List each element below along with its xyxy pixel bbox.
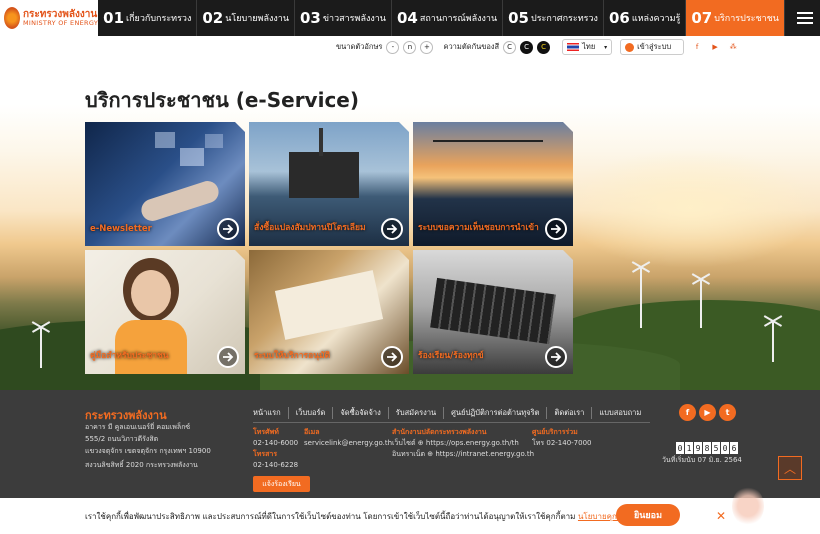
card-caption: e-Newsletter xyxy=(90,224,152,234)
complaint-button[interactable]: แจ้งร้องเรียน xyxy=(253,476,310,492)
card-caption: ระบบขอความเห็นชอบการนำเข้า xyxy=(418,223,539,233)
footer-link-procurement[interactable]: จัดซื้อจัดจ้าง xyxy=(333,407,389,419)
document-image xyxy=(275,270,383,340)
footer-link-home[interactable]: หน้าแรก xyxy=(253,407,289,419)
footer-service-center: ศูนย์บริการร่วม โทร 02-140-7000 xyxy=(532,428,592,447)
login-button[interactable]: เข้าสู่ระบบ xyxy=(620,39,685,55)
close-icon[interactable]: ✕ xyxy=(716,509,726,523)
wind-turbine-icon xyxy=(640,268,642,328)
card-import-approval[interactable]: ระบบขอความเห็นชอบการนำเข้า xyxy=(413,122,573,246)
chevron-up-icon: ︿ xyxy=(783,461,796,476)
menu-item-announcement[interactable]: 05 ประกาศกระทรวง xyxy=(503,0,604,36)
oil-rig-image xyxy=(289,152,359,198)
footer-contact-phone: โทรศัพท์ 02-140-6000 โทรสาร 02-140-6228 xyxy=(253,428,299,469)
contrast-yellow-button[interactable]: C xyxy=(537,40,551,54)
back-to-top-button[interactable]: ︿ xyxy=(778,456,802,480)
copyright: สงวนลิขสิทธิ์ 2020 กระทรวงพลังงาน xyxy=(85,461,198,469)
card-caption: ร้องเรียน/ร้องทุกข์ xyxy=(418,351,484,361)
chevron-down-icon: ▾ xyxy=(604,43,608,51)
card-approval-service[interactable]: ระบบให้บริการอนุมัติ xyxy=(249,250,409,374)
font-normal-button[interactable]: n xyxy=(403,40,417,54)
language-select[interactable]: ไทย ▾ xyxy=(562,39,613,55)
hand-image xyxy=(139,178,222,224)
mascot-icon[interactable] xyxy=(732,486,764,526)
menu-item-knowledge[interactable]: 06 แหล่งความรู้ xyxy=(604,0,687,36)
arrow-right-icon[interactable] xyxy=(217,346,239,368)
arrow-right-icon[interactable] xyxy=(381,218,403,240)
port-crane-image xyxy=(433,140,543,170)
card-complaint[interactable]: ร้องเรียน/ร้องทุกข์ xyxy=(413,250,573,374)
wind-turbine-icon xyxy=(40,328,42,368)
keyboard-image xyxy=(430,278,556,344)
menu-item-situation[interactable]: 04 สถานการณ์พลังงาน xyxy=(392,0,504,36)
page-title: บริการประชาชน (e-Service) xyxy=(85,88,360,112)
arrow-right-icon[interactable] xyxy=(217,218,239,240)
thai-flag-icon xyxy=(567,43,580,51)
menu-item-about[interactable]: 01 เกี่ยวกับกระทรวง xyxy=(98,0,198,36)
wind-turbine-icon xyxy=(772,322,774,362)
youtube-icon[interactable]: ▶ xyxy=(710,42,720,52)
footer-link-survey[interactable]: แบบสอบถาม xyxy=(592,407,648,419)
menu-item-policy[interactable]: 02 นโยบายพลังงาน xyxy=(197,0,295,36)
contrast-dark-button[interactable]: C xyxy=(520,40,534,54)
menu-item-news[interactable]: 03 ข่าวสารพลังงาน xyxy=(295,0,392,36)
footer-links: หน้าแรก เว็บบอร์ด จัดซื้อจัดจ้าง รับสมัค… xyxy=(253,407,648,419)
twitter-icon[interactable]: t xyxy=(719,404,736,421)
cookie-consent-bar: เราใช้คุกกี้เพื่อพัฒนาประสิทธิภาพ และประ… xyxy=(0,498,820,534)
facebook-icon[interactable]: f xyxy=(679,404,696,421)
eservice-grid: e-Newsletter สั่งซื้อแปลงสัมปทานปิโตรเลี… xyxy=(85,122,573,374)
user-icon xyxy=(625,42,635,52)
card-caption: ระบบให้บริการอนุมัติ xyxy=(254,351,331,361)
card-petroleum-concession[interactable]: สั่งซื้อแปลงสัมปทานปิโตรเลียม xyxy=(249,122,409,246)
accept-cookie-button[interactable]: ยินยอม xyxy=(616,504,680,526)
hamburger-menu-button[interactable] xyxy=(784,0,820,36)
footer-contact-email: อีเมล servicelink@energy.go.th xyxy=(304,428,393,447)
arrow-right-icon[interactable] xyxy=(381,346,403,368)
wind-turbine-icon xyxy=(700,280,702,328)
contrast-normal-button[interactable]: C xyxy=(503,40,517,54)
top-nav: กระทรวงพลังงาน MINISTRY OF ENERGY 01 เกี่… xyxy=(0,0,820,36)
cookie-text: เราใช้คุกกี้เพื่อพัฒนาประสิทธิภาพ และประ… xyxy=(85,512,578,521)
menu-item-eservice[interactable]: 07 บริการประชาชน xyxy=(686,0,785,36)
emblem-icon xyxy=(4,7,20,29)
youtube-icon[interactable]: ▶ xyxy=(699,404,716,421)
visitor-counter: 0 1 9 8 5 0 6 xyxy=(676,442,738,454)
footer-link-jobs[interactable]: รับสมัครงาน xyxy=(389,407,445,419)
arrow-right-icon[interactable] xyxy=(545,346,567,368)
footer-address: อาคาร มี คูลเอนเนอร์ยี่ คอมเพล็กซ์ 555/2… xyxy=(85,423,211,469)
card-caption: คู่มือสำหรับประชาชน xyxy=(90,351,169,361)
contrast-label: ความตัดกันของสี xyxy=(443,42,500,51)
counter-since: วันที่เริ่มนับ 07 มิ.ย. 2564 xyxy=(662,456,742,464)
sitemap-icon[interactable]: ⁂ xyxy=(728,42,738,52)
accessibility-toolbar: ขนาดตัวอักษร - n + ความตัดกันของสี C C C… xyxy=(336,38,738,56)
card-e-newsletter[interactable]: e-Newsletter xyxy=(85,122,245,246)
footer-link-contact[interactable]: ติดต่อเรา xyxy=(547,407,593,419)
footer-link-anticorruption[interactable]: ศูนย์ปฏิบัติการต่อต้านทุจริต xyxy=(444,407,548,419)
card-citizen-manual[interactable]: คู่มือสำหรับประชาชน xyxy=(85,250,245,374)
logo[interactable]: กระทรวงพลังงาน MINISTRY OF ENERGY xyxy=(0,0,99,36)
font-decrease-button[interactable]: - xyxy=(386,40,400,54)
card-caption: สั่งซื้อแปลงสัมปทานปิโตรเลียม xyxy=(254,223,366,233)
logo-english: MINISTRY OF ENERGY xyxy=(23,18,99,27)
arrow-right-icon[interactable] xyxy=(545,218,567,240)
facebook-icon[interactable]: f xyxy=(692,42,702,52)
font-increase-button[interactable]: + xyxy=(420,40,434,54)
font-size-label: ขนาดตัวอักษร xyxy=(336,42,383,51)
main-menu: 01 เกี่ยวกับกระทรวง 02 นโยบายพลังงาน 03 ข่า… xyxy=(98,0,820,36)
footer-office: สำนักงานปลัดกระทรวงพลังงาน เว็บไซต์ ⊕ ht… xyxy=(392,428,535,458)
footer-link-webboard[interactable]: เว็บบอร์ด xyxy=(289,407,334,419)
divider xyxy=(253,422,650,423)
